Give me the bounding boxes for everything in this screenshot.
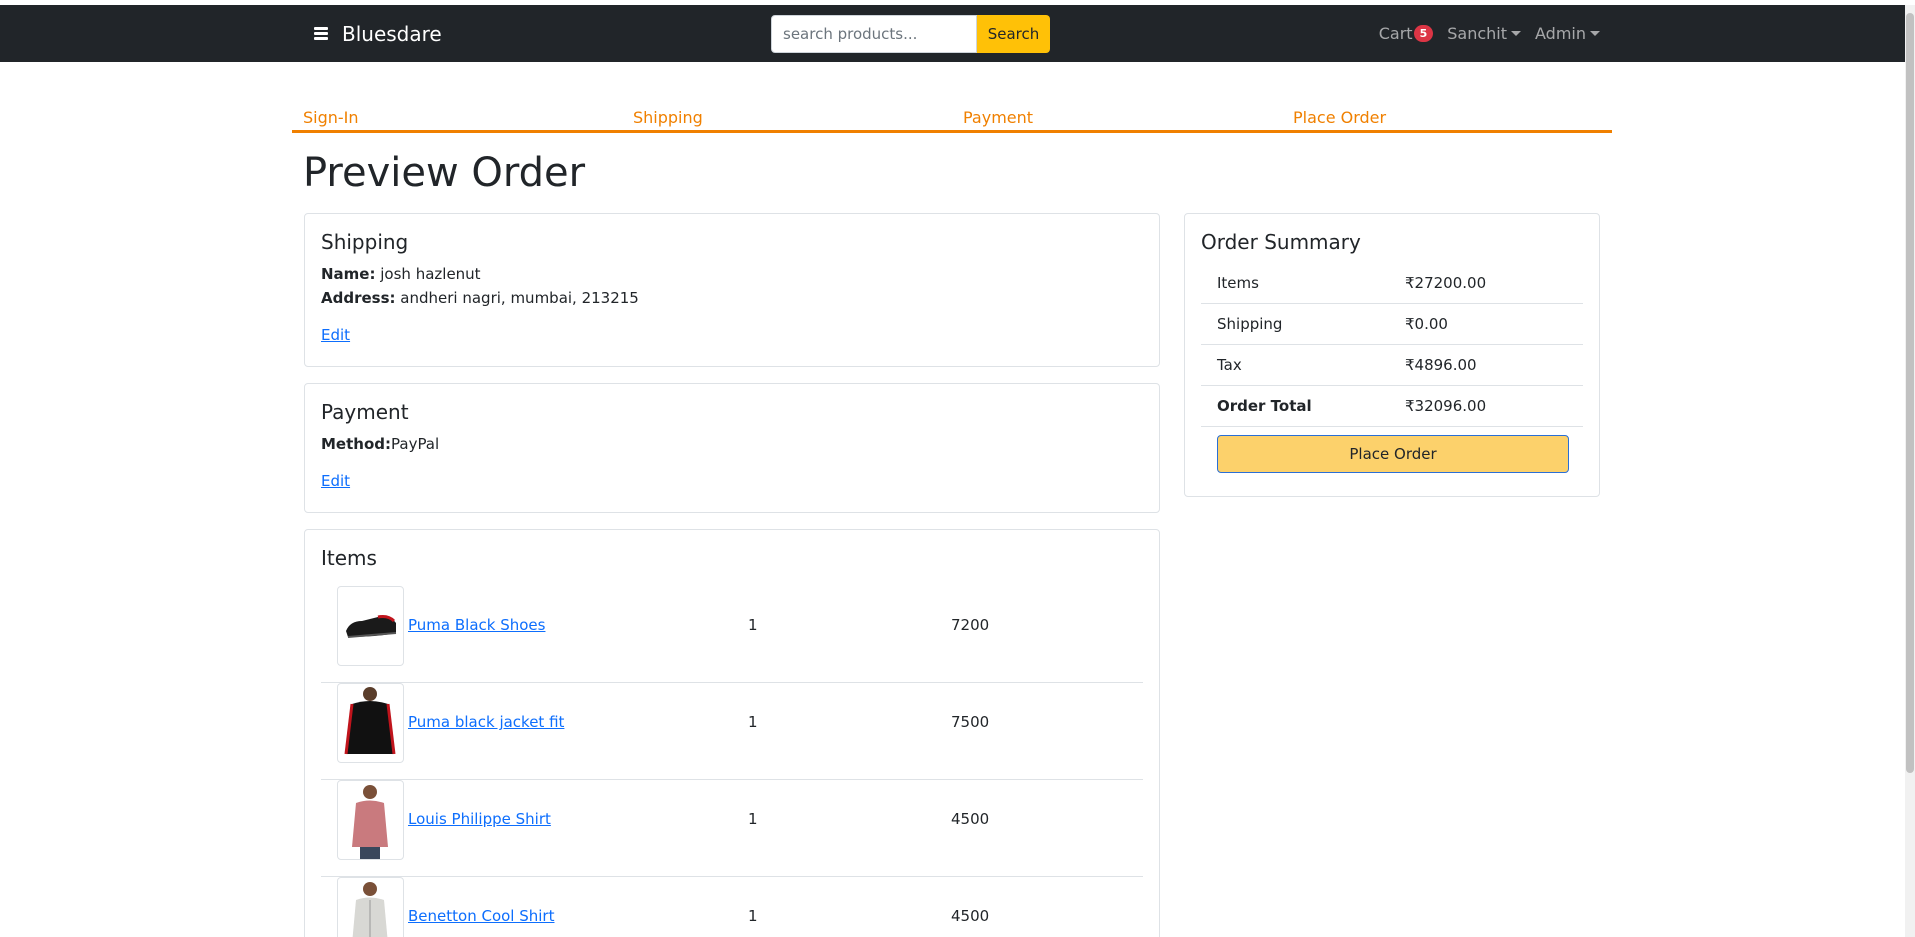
item-price: 4500 <box>951 810 990 828</box>
product-thumbnail <box>337 683 404 763</box>
cart-link[interactable]: Cart 5 <box>1378 24 1434 43</box>
payment-method-label: Method: <box>321 435 391 453</box>
admin-menu-label: Admin <box>1535 24 1586 43</box>
payment-method-value: PayPal <box>391 435 440 453</box>
summary-value: ₹4896.00 <box>1405 356 1477 374</box>
items-card: Items Puma Black Shoes 1 7200 Puma black… <box>304 529 1160 937</box>
shoe-icon <box>346 615 397 638</box>
payment-card: Payment Method:PayPal Edit <box>304 383 1160 513</box>
list-item: Puma black jacket fit 1 7500 <box>321 683 1143 780</box>
payment-edit-link[interactable]: Edit <box>321 472 350 490</box>
shipping-name-line: Name: josh hazlenut <box>321 262 1143 286</box>
chevron-down-icon <box>1590 31 1600 36</box>
jacket-icon <box>344 687 396 755</box>
order-summary-card: Order Summary Items ₹27200.00 Shipping ₹… <box>1184 213 1600 497</box>
summary-label: Shipping <box>1217 315 1283 333</box>
summary-value: ₹0.00 <box>1405 315 1448 333</box>
shipping-address-value: andheri nagri, mumbai, 213215 <box>400 289 639 307</box>
search-input[interactable] <box>771 15 977 53</box>
checkout-steps: Sign-In Shipping Payment Place Order <box>292 108 1612 133</box>
place-order-button[interactable]: Place Order <box>1217 435 1569 473</box>
item-quantity: 1 <box>748 713 758 731</box>
list-item: Puma Black Shoes 1 7200 <box>321 586 1143 683</box>
admin-menu-dropdown[interactable]: Admin <box>1535 24 1600 43</box>
product-link[interactable]: Louis Philippe Shirt <box>408 810 551 828</box>
shipping-edit-link[interactable]: Edit <box>321 326 350 344</box>
shipping-name-label: Name: <box>321 265 376 283</box>
brand[interactable]: Bluesdare <box>314 5 442 62</box>
nav-right: Cart 5 Sanchit Admin <box>1379 5 1600 62</box>
page-scrollbar[interactable] <box>1905 5 1915 937</box>
product-link[interactable]: Puma black jacket fit <box>408 713 564 731</box>
chevron-down-icon <box>1511 31 1521 36</box>
product-link[interactable]: Benetton Cool Shirt <box>408 907 554 925</box>
summary-label: Items <box>1217 274 1259 292</box>
shipping-address-line: Address: andheri nagri, mumbai, 213215 <box>321 286 1143 310</box>
item-price: 7200 <box>951 616 990 634</box>
payment-method-line: Method:PayPal <box>321 432 1143 456</box>
cart-label: Cart <box>1378 24 1413 43</box>
summary-row-tax: Tax ₹4896.00 <box>1201 345 1583 386</box>
list-item: Benetton Cool Shirt 1 4500 <box>321 877 1143 937</box>
product-link[interactable]: Puma Black Shoes <box>408 616 545 634</box>
step-sign-in: Sign-In <box>303 108 359 127</box>
shirt-icon <box>352 785 388 859</box>
shipping-title: Shipping <box>321 230 409 254</box>
scrollbar-thumb[interactable] <box>1906 13 1914 773</box>
shipping-name-value: josh hazlenut <box>380 265 481 283</box>
step-payment: Payment <box>963 108 1034 127</box>
summary-value: ₹27200.00 <box>1405 274 1487 292</box>
order-summary-title: Order Summary <box>1201 230 1361 254</box>
user-menu-label: Sanchit <box>1447 24 1507 43</box>
item-quantity: 1 <box>748 616 758 634</box>
summary-value: ₹32096.00 <box>1405 397 1487 415</box>
item-price: 4500 <box>951 907 990 925</box>
item-price: 7500 <box>951 713 990 731</box>
search-form: Search <box>771 15 1050 53</box>
payment-title: Payment <box>321 400 409 424</box>
shipping-card: Shipping Name: josh hazlenut Address: an… <box>304 213 1160 367</box>
items-title: Items <box>321 546 377 570</box>
product-thumbnail <box>337 780 404 860</box>
summary-row-items: Items ₹27200.00 <box>1201 263 1583 304</box>
item-quantity: 1 <box>748 810 758 828</box>
cart-count-badge: 5 <box>1413 25 1434 42</box>
product-thumbnail <box>337 877 404 937</box>
shipping-address-label: Address: <box>321 289 396 307</box>
page-title: Preview Order <box>303 150 586 196</box>
brand-name[interactable]: Bluesdare <box>342 22 442 46</box>
list-item: Louis Philippe Shirt 1 4500 <box>321 780 1143 877</box>
product-thumbnail <box>337 586 404 666</box>
summary-label: Order Total <box>1217 397 1312 415</box>
step-shipping: Shipping <box>633 108 703 127</box>
navbar: Bluesdare Search Cart 5 Sanchit Admin <box>0 5 1905 62</box>
step-place-order: Place Order <box>1293 108 1387 127</box>
item-quantity: 1 <box>748 907 758 925</box>
summary-row-order-total: Order Total ₹32096.00 <box>1201 386 1583 427</box>
summary-row-shipping: Shipping ₹0.00 <box>1201 304 1583 345</box>
shirt-icon <box>352 882 388 937</box>
user-menu-dropdown[interactable]: Sanchit <box>1447 24 1521 43</box>
search-button[interactable]: Search <box>977 15 1050 53</box>
summary-label: Tax <box>1217 356 1242 374</box>
hamburger-menu-icon[interactable] <box>314 25 328 42</box>
